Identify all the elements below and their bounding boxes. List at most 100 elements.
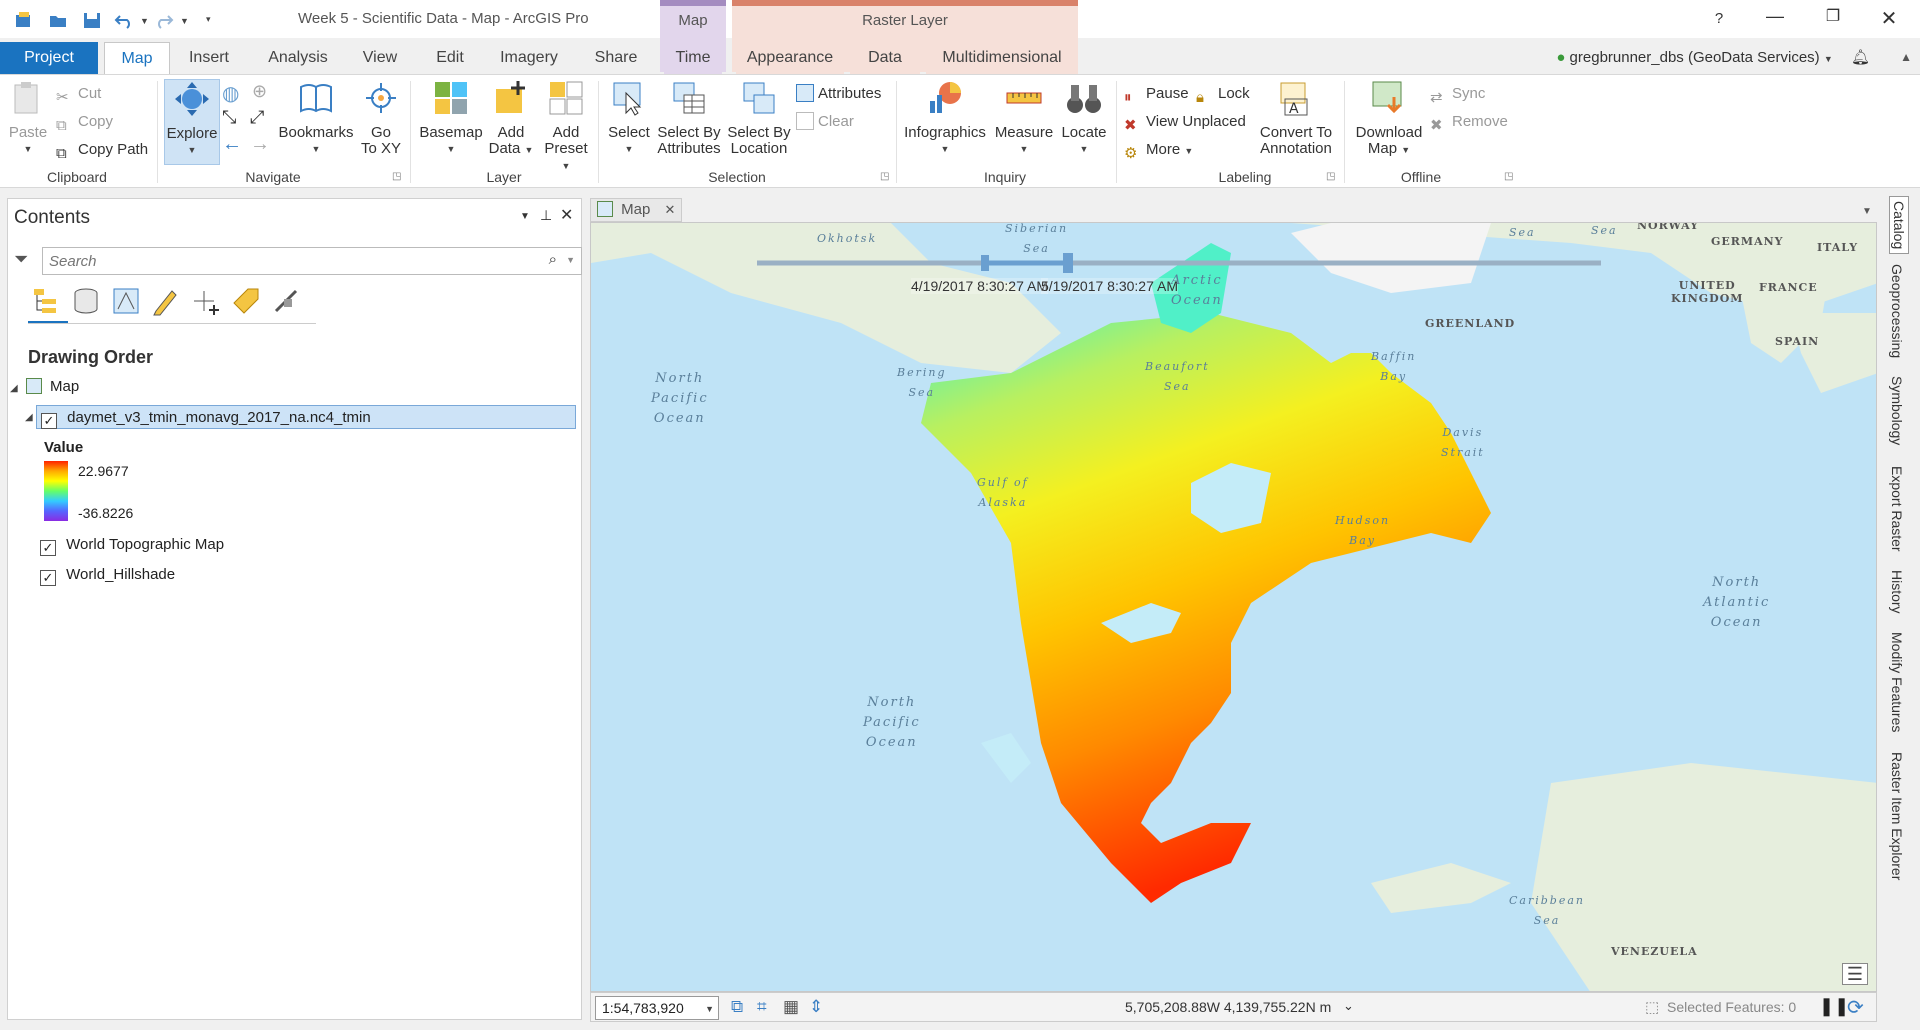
dock-tab-geoprocessing[interactable]: Geoprocessing (1889, 264, 1905, 358)
list-by-selection-icon[interactable] (110, 285, 142, 317)
time-slider-start-handle[interactable] (981, 255, 989, 271)
layer-row-world-topographic[interactable]: ✓ World Topographic Map (40, 533, 224, 557)
fixed-zoom-in-icon[interactable]: ⤡ (222, 107, 236, 128)
close-window-button[interactable]: ✕ (1866, 6, 1912, 32)
next-extent-icon[interactable]: → (250, 133, 270, 156)
go-to-xy-button[interactable]: Go To XY (358, 79, 404, 157)
sync-button[interactable]: ⇄ Sync (1430, 83, 1485, 106)
tab-project[interactable]: Project (0, 42, 98, 75)
add-data-button[interactable]: Add Data ▼ (488, 79, 534, 158)
offline-launcher-icon[interactable]: ◳ (1504, 171, 1513, 182)
measure-button[interactable]: Measure ▼ (992, 79, 1056, 157)
map-overview-toggle-icon[interactable]: ☰ (1842, 963, 1868, 985)
tab-time[interactable]: Time (664, 42, 722, 75)
navigate-launcher-icon[interactable]: ◳ (392, 171, 401, 182)
new-project-icon[interactable] (14, 10, 34, 30)
dock-tab-modify-features[interactable]: Modify Features (1889, 632, 1905, 732)
coordinate-format-dropdown-icon[interactable]: ⌄ (1343, 998, 1354, 1014)
view-unplaced-button[interactable]: ✖ View Unplaced (1124, 111, 1246, 134)
snapping-icon[interactable]: ⌗ (757, 997, 767, 1017)
expand-layer-icon[interactable]: ◢ (25, 406, 33, 430)
dock-tab-raster-item-explorer[interactable]: Raster Item Explorer (1889, 752, 1905, 880)
list-by-labeling-icon[interactable] (230, 285, 262, 317)
tab-multidimensional[interactable]: Multidimensional (926, 42, 1078, 75)
minimize-button[interactable]: — (1752, 6, 1798, 32)
layer-visibility-checkbox[interactable]: ✓ (41, 413, 57, 429)
add-map-icon[interactable]: ⧉ (731, 997, 743, 1017)
labeling-launcher-icon[interactable]: ◳ (1326, 171, 1335, 182)
more-labeling-button[interactable]: ⚙ More ▼ (1124, 139, 1193, 162)
pause-labels-button[interactable]: ⏸ Pause (1124, 83, 1189, 106)
add-preset-button[interactable]: Add Preset ▼ (540, 79, 592, 174)
tab-edit[interactable]: Edit (420, 42, 480, 75)
pin-pane-icon[interactable]: ⊥ (540, 207, 552, 224)
tab-analysis[interactable]: Analysis (258, 42, 338, 75)
tab-imagery[interactable]: Imagery (492, 42, 566, 75)
cut-button[interactable]: ✂ Cut (56, 83, 101, 106)
layer-visibility-checkbox[interactable]: ✓ (40, 540, 56, 556)
pause-drawing-icon[interactable]: ❚❚ (1819, 996, 1849, 1017)
basemap-button[interactable]: Basemap ▼ (418, 79, 484, 157)
layer-row-daymet[interactable]: ◢ ✓ daymet_v3_tmin_monavg_2017_na.nc4_tm… (25, 405, 576, 429)
close-pane-icon[interactable]: ✕ (560, 205, 573, 225)
selection-launcher-icon[interactable]: ◳ (880, 171, 889, 182)
list-by-perspective-imagery-icon[interactable] (270, 285, 302, 317)
map-view-tab[interactable]: Map ✕ (590, 198, 682, 222)
list-by-source-icon[interactable] (70, 285, 102, 317)
attributes-button[interactable]: Attributes (796, 83, 881, 105)
infographics-button[interactable]: Infographics ▼ (902, 79, 988, 157)
layer-row-world-hillshade[interactable]: ✓ World_Hillshade (40, 563, 175, 587)
download-map-button[interactable]: Download Map ▼ (1350, 79, 1428, 158)
restore-button[interactable]: ❐ (1810, 6, 1856, 32)
collapse-ribbon-icon[interactable]: ▲ (1900, 50, 1912, 64)
select-button[interactable]: Select ▼ (604, 79, 654, 157)
dock-tab-catalog[interactable]: Catalog (1889, 196, 1909, 255)
dock-tab-export-raster[interactable]: Export Raster (1889, 466, 1905, 552)
undo-dropdown-icon[interactable]: ▼ (140, 16, 149, 26)
contents-search-input[interactable] (43, 248, 523, 274)
close-map-tab-icon[interactable]: ✕ (665, 202, 676, 217)
list-by-drawing-order-icon[interactable] (30, 285, 62, 317)
user-account[interactable]: ● gregbrunner_dbs (GeoData Services) ▼ 🔔… (1556, 48, 1870, 66)
search-options-icon[interactable]: ▼ (566, 255, 575, 265)
zoom-to-selection-icon[interactable]: ⊕ (252, 81, 267, 102)
explore-button[interactable]: Explore ▼ (164, 79, 220, 165)
copy-button[interactable]: ⧉ Copy (56, 111, 113, 134)
full-extent-icon[interactable]: ◍ (222, 81, 239, 106)
filter-icon[interactable]: ⏷ (14, 249, 28, 270)
tab-insert[interactable]: Insert (176, 42, 242, 75)
map-canvas[interactable]: 4/19/2017 8:30:27 AM 5/19/2017 8:30:27 A… (590, 222, 1877, 992)
dock-tab-history[interactable]: History (1889, 570, 1905, 614)
refresh-icon[interactable]: ⟳ (1847, 995, 1864, 1020)
lock-labels-button[interactable]: 🔒︎ Lock (1196, 83, 1250, 106)
tab-appearance[interactable]: Appearance (736, 42, 844, 75)
paste-button[interactable]: Paste ▼ (8, 79, 48, 157)
open-project-icon[interactable] (48, 10, 68, 30)
map-node[interactable]: ◢ Map (10, 375, 79, 399)
select-by-location-button[interactable]: Select By Location (726, 79, 792, 157)
redo-dropdown-icon[interactable]: ▼ (180, 16, 189, 26)
redo-icon[interactable] (154, 10, 174, 30)
locate-button[interactable]: Locate ▼ (1058, 79, 1110, 157)
convert-to-annotation-button[interactable]: A Convert To Annotation (1256, 79, 1336, 157)
undo-icon[interactable] (114, 10, 134, 30)
expand-map-icon[interactable]: ◢ (10, 383, 18, 394)
help-button[interactable]: ? (1696, 10, 1742, 36)
select-by-attributes-button[interactable]: Select By Attributes (656, 79, 722, 157)
north-arrow-icon[interactable]: ⇕ (809, 997, 823, 1017)
remove-button[interactable]: ✖ Remove (1430, 111, 1508, 134)
customize-qat-icon[interactable]: ▾ (206, 14, 211, 25)
notifications-bell-icon[interactable]: 🔔︎ (1851, 49, 1870, 66)
bookmarks-button[interactable]: Bookmarks ▼ (278, 79, 354, 157)
dock-tab-symbology[interactable]: Symbology (1889, 376, 1905, 445)
tab-view[interactable]: View (350, 42, 410, 75)
search-icon[interactable]: ⌕ (549, 251, 557, 268)
layer-visibility-checkbox[interactable]: ✓ (40, 570, 56, 586)
tab-share[interactable]: Share (580, 42, 652, 75)
scale-selector[interactable]: 1:54,783,920 ▼ (595, 996, 719, 1020)
selected-features-count[interactable]: Selected Features: 0 (1667, 999, 1796, 1015)
map-tabs-dropdown-icon[interactable]: ▼ (1862, 206, 1872, 217)
tab-data[interactable]: Data (850, 42, 920, 75)
previous-extent-icon[interactable]: ← (222, 133, 242, 156)
list-by-editing-icon[interactable] (150, 285, 182, 317)
